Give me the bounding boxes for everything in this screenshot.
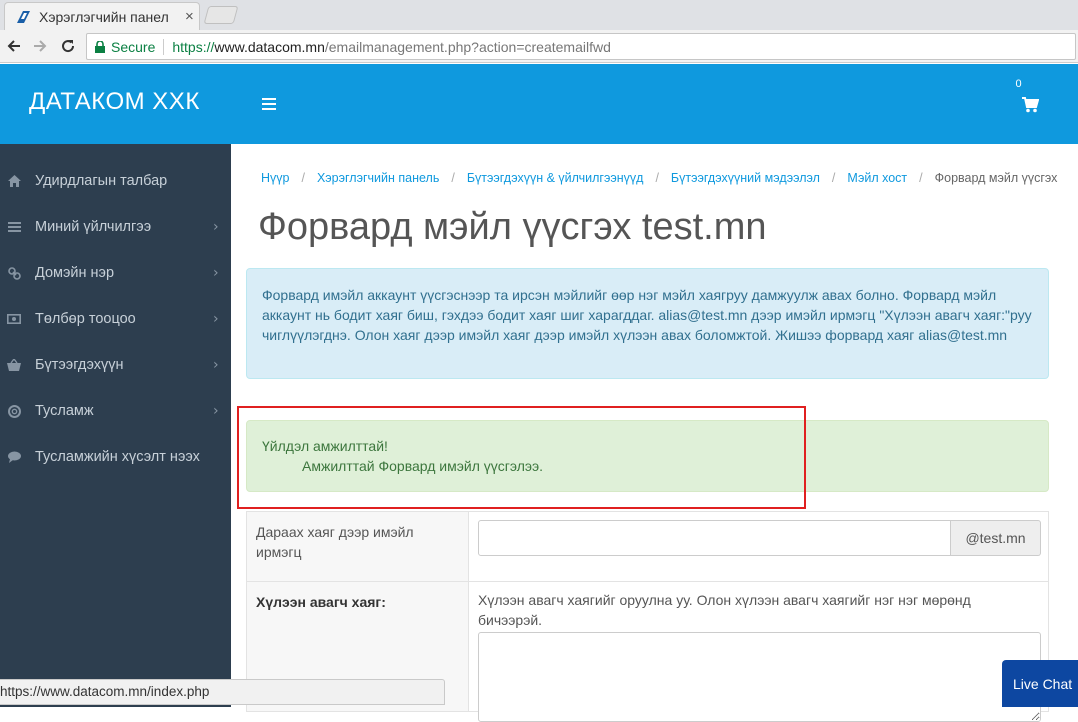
breadcrumb-mail-host[interactable]: Мэйл хост <box>847 171 907 185</box>
breadcrumb-home[interactable]: Нүүр <box>261 171 289 185</box>
chevron-right-icon: › <box>213 357 219 373</box>
chevron-right-icon: › <box>213 219 219 235</box>
address-input-group: @test.mn <box>478 520 1041 556</box>
sidebar-item-label: Төлбөр тооцоо <box>35 311 136 327</box>
browser-toolbar: Secure https:// www.datacom.mn /emailman… <box>0 30 1078 63</box>
breadcrumb-separator: / <box>451 171 455 185</box>
address-label: Дараах хаяг дээр имэйл ирмэгц <box>247 512 469 581</box>
secure-label: Secure <box>111 38 156 55</box>
address-divider <box>163 38 165 55</box>
site-header: ДАТАКОМ ХХК <box>0 64 1078 144</box>
sidebar-item-label: Домэйн нэр <box>35 265 115 281</box>
tab-title: Хэрэглэгчийн панел <box>39 8 169 25</box>
breadcrumb-separator: / <box>831 171 836 185</box>
breadcrumb-separator: / <box>301 171 305 185</box>
home-icon <box>7 174 21 188</box>
forward-icon[interactable] <box>29 35 51 57</box>
list-icon <box>7 220 21 234</box>
page-title: Форвард мэйл үүсгэх test.mn <box>258 206 767 248</box>
chevron-right-icon: › <box>213 403 219 419</box>
chevron-right-icon: › <box>213 311 219 327</box>
browser-status-url: https://www.datacom.mn/index.php <box>0 679 445 705</box>
browser-tabstrip: Хэрэглэгчийн панел × <box>0 0 1078 30</box>
sidebar-item-domains[interactable]: Домэйн нэр › <box>0 250 231 296</box>
domain-suffix: @test.mn <box>951 520 1041 556</box>
comment-icon <box>7 450 21 464</box>
breadcrumb: Нүүр / Хэрэглэгчийн панель / Бүтээгдэхүү… <box>261 171 1057 185</box>
sidebar-item-products[interactable]: Бүтээгдэхүүн › <box>0 342 231 388</box>
lock-icon <box>95 40 105 53</box>
form-row-address: Дараах хаяг дээр имэйл ирмэгц @test.mn <box>247 512 1048 582</box>
live-chat-button[interactable]: Live Chat <box>1002 660 1078 707</box>
lifebuoy-icon <box>7 404 21 418</box>
sidebar-item-label: Миний үйлчилгээ <box>35 219 152 235</box>
chevron-right-icon: › <box>213 265 219 281</box>
new-tab-button[interactable] <box>203 6 239 24</box>
recipient-textarea[interactable] <box>478 632 1041 722</box>
main-content: Нүүр / Хэрэглэгчийн панель / Бүтээгдэхүү… <box>231 144 1078 722</box>
sidebar-item-label: Удирдлагын талбар <box>35 173 168 189</box>
cart-count-badge: 0 <box>1011 77 1026 92</box>
reload-icon[interactable] <box>57 35 79 57</box>
sidebar-item-label: Тусламжийн хүсэлт нээх <box>35 449 200 465</box>
sidebar-item-open-ticket[interactable]: Тусламжийн хүсэлт нээх <box>0 434 231 480</box>
breadcrumb-separator: / <box>919 171 923 185</box>
sidebar-item-billing[interactable]: Төлбөр тооцоо › <box>0 296 231 342</box>
link-icon <box>7 266 21 280</box>
sidebar-item-support[interactable]: Тусламж › <box>0 388 231 434</box>
sidebar-item-label: Тусламж <box>35 403 94 419</box>
alias-input[interactable] <box>478 520 951 556</box>
money-icon <box>7 312 21 326</box>
datacom-favicon-icon <box>17 10 30 23</box>
browser-tab[interactable]: Хэрэглэгчийн панел × <box>4 2 200 30</box>
info-alert: Форвард имэйл аккаунт үүсгэснээр та ирсэ… <box>246 268 1049 379</box>
sidebar-item-dashboard[interactable]: Удирдлагын талбар <box>0 158 231 204</box>
breadcrumb-separator: / <box>655 171 659 185</box>
basket-icon <box>7 358 21 372</box>
breadcrumb-products-services[interactable]: Бүтээгдэхүүн & үйлчилгээнүүд <box>467 171 644 185</box>
back-icon[interactable] <box>3 35 25 57</box>
menu-toggle-icon[interactable] <box>262 98 276 110</box>
sidebar: Удирдлагын талбар Миний үйлчилгээ › Домэ… <box>0 144 231 707</box>
tab-close-icon[interactable]: × <box>185 8 194 25</box>
cart-icon[interactable] <box>1022 97 1039 113</box>
sidebar-item-services[interactable]: Миний үйлчилгээ › <box>0 204 231 250</box>
recipient-help-text: Хүлээн авагч хаягийг оруулна уу. Олон хү… <box>478 592 971 628</box>
url-host: www.datacom.mn <box>214 38 325 55</box>
address-bar[interactable]: Secure https:// www.datacom.mn /emailman… <box>86 33 1076 60</box>
sidebar-item-label: Бүтээгдэхүүн <box>35 357 124 373</box>
breadcrumb-client-panel[interactable]: Хэрэглэгчийн панель <box>317 171 439 185</box>
brand-logo[interactable]: ДАТАКОМ ХХК <box>29 88 200 116</box>
url-path: /emailmanagement.php?action=createmailfw… <box>324 38 611 55</box>
breadcrumb-current: Форвард мэйл үүсгэх <box>934 171 1058 185</box>
annotation-highlight-box <box>237 406 806 509</box>
url-protocol: https:// <box>172 38 215 55</box>
breadcrumb-product-details[interactable]: Бүтээгдэхүүний мэдээлэл <box>671 171 820 185</box>
